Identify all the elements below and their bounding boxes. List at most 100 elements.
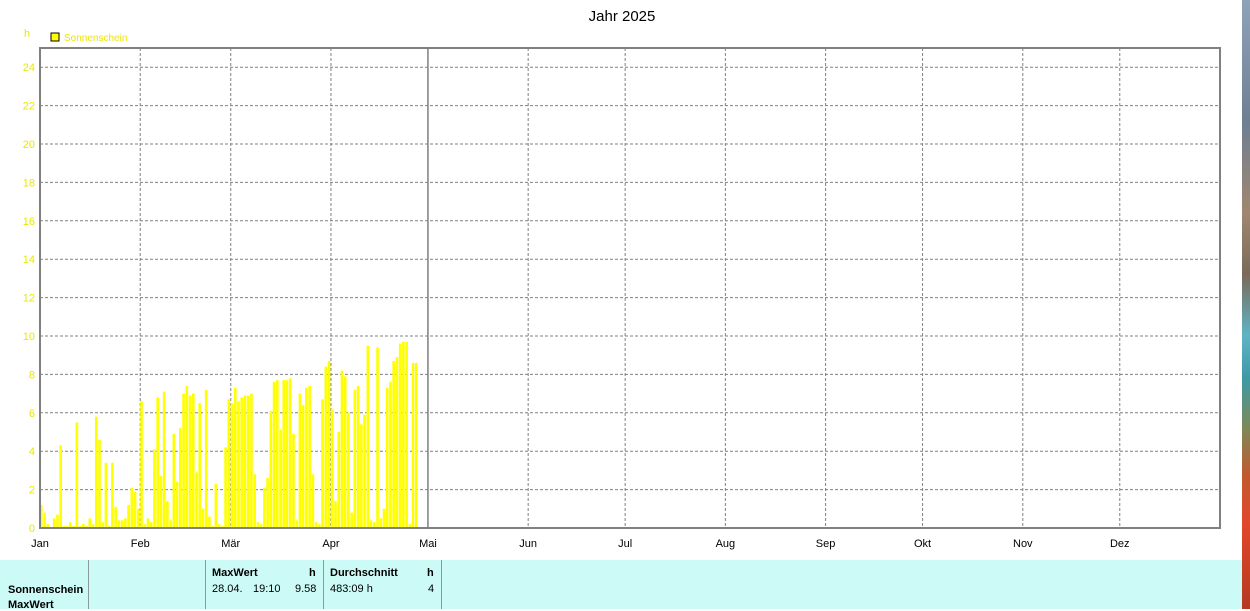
data-bar (130, 487, 134, 528)
legend-swatch-sonnenschein (50, 32, 60, 42)
data-bar (305, 387, 308, 528)
col-header-maxwert: MaxWert (212, 567, 258, 579)
data-bar (191, 393, 195, 528)
data-bar (279, 430, 282, 528)
data-bar (324, 366, 328, 528)
data-bar (120, 520, 124, 528)
x-tick-label: Sep (816, 538, 836, 550)
row-label-maxwert: MaxWert (8, 599, 54, 611)
data-bar (127, 504, 130, 528)
x-tick-label: Apr (322, 538, 339, 550)
data-bar (140, 401, 143, 528)
data-bar (56, 514, 59, 528)
data-bar (237, 401, 240, 528)
data-bar (253, 474, 257, 528)
data-bar (360, 424, 363, 528)
col-header-durchschnitt: Durchschnitt (330, 567, 398, 579)
data-bar (172, 433, 176, 528)
data-bar (188, 395, 192, 528)
maxwert-value: 9.58 (295, 583, 317, 595)
data-bar (295, 520, 299, 528)
data-bar (52, 518, 56, 528)
x-tick-label: Aug (716, 538, 736, 550)
data-bar (327, 360, 331, 528)
x-tick-label: Mai (419, 538, 437, 550)
data-bar (133, 491, 137, 528)
data-bar (166, 501, 169, 528)
x-tick-label: Feb (131, 538, 150, 550)
data-bar (208, 516, 211, 528)
data-bar (179, 428, 182, 528)
y-tick-label: 10 (23, 331, 35, 343)
data-bar (356, 385, 360, 528)
y-tick-label: 12 (23, 293, 35, 305)
row-label-sonnenschein: Sonnenschein (8, 584, 84, 596)
y-tick-label: 4 (29, 446, 35, 458)
data-bar (337, 432, 341, 528)
plot-area-frame (39, 47, 1221, 529)
data-bar (162, 391, 166, 528)
data-bar (269, 410, 273, 528)
data-bar (369, 520, 373, 528)
data-bar (353, 389, 357, 528)
y-tick-label: 8 (29, 369, 35, 381)
data-bar (395, 357, 399, 528)
y-tick-label: 16 (23, 216, 35, 228)
data-bar (334, 501, 337, 528)
y-tick-label: 6 (29, 408, 35, 420)
durchschnitt-value: 483:09 h (330, 583, 373, 595)
data-bar (366, 345, 370, 528)
data-bar (379, 518, 383, 528)
data-bar (159, 476, 163, 528)
data-bar (104, 462, 108, 528)
data-bar (240, 397, 244, 528)
x-tick-label: Jul (618, 538, 632, 550)
data-bar (59, 445, 63, 528)
data-bar (340, 370, 344, 528)
y-tick-label: 18 (23, 177, 35, 189)
data-bar (153, 449, 156, 528)
summary-table: Sonnenschein MaxWert MaxWert h 28.04. 19… (0, 560, 1242, 611)
data-bar (311, 474, 315, 528)
data-bar (182, 393, 185, 528)
data-bar (402, 341, 405, 528)
data-bar (282, 380, 286, 528)
data-bar (111, 462, 114, 528)
data-bar (98, 439, 101, 528)
data-bar (343, 376, 347, 528)
table-divider (323, 560, 324, 609)
data-bar (136, 508, 140, 528)
background-photo-edge (1242, 0, 1250, 609)
data-bar (156, 397, 160, 528)
data-bar (392, 360, 396, 528)
durchschnitt-count: 4 (428, 583, 435, 595)
x-tick-label: Jan (31, 538, 49, 550)
col-unit-durchschnitt: h (427, 567, 434, 579)
data-bar (347, 412, 350, 528)
data-bar (363, 414, 366, 528)
data-bar (301, 405, 305, 528)
data-bar (169, 520, 172, 528)
data-bar (298, 393, 302, 528)
x-tick-label: Nov (1013, 538, 1033, 550)
table-divider (441, 560, 442, 609)
x-tick-label: Dez (1110, 538, 1130, 550)
data-bar (330, 408, 334, 528)
data-bar (124, 518, 127, 528)
data-bar (276, 380, 279, 528)
data-bar (389, 382, 392, 528)
data-bar (117, 520, 121, 528)
y-tick-label: 0 (29, 523, 35, 535)
data-bar (195, 472, 198, 528)
data-bar (263, 487, 266, 528)
data-bar (308, 385, 311, 528)
data-bar (405, 341, 408, 528)
data-bar (94, 416, 98, 528)
x-tick-label: Okt (914, 538, 931, 550)
table-divider (88, 560, 89, 609)
data-bar (415, 362, 418, 528)
data-bar (224, 447, 227, 528)
data-bar (198, 403, 202, 528)
data-bar (292, 433, 295, 528)
data-bar (243, 395, 247, 528)
